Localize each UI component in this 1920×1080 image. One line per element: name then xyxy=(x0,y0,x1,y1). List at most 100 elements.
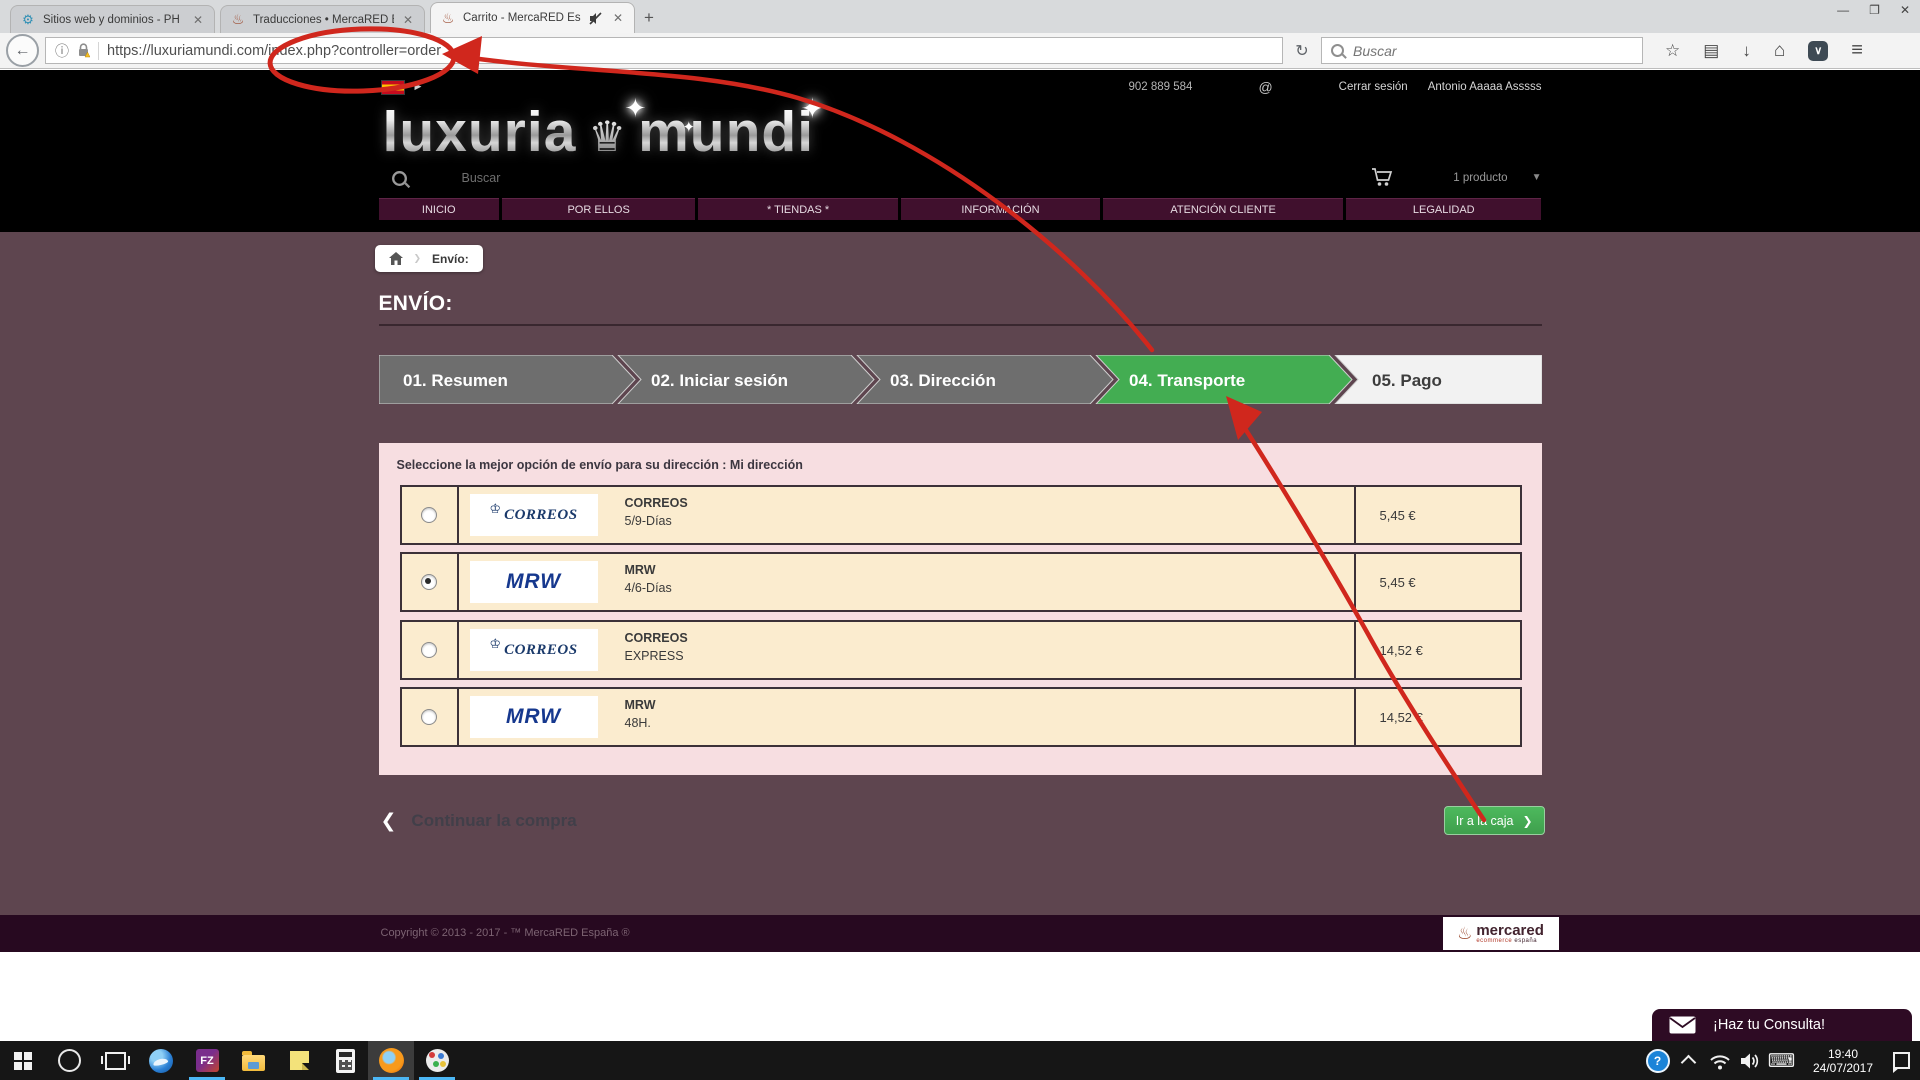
home-icon[interactable] xyxy=(389,252,403,265)
page-info-icon[interactable]: ⓘ xyxy=(55,41,69,61)
user-name-link[interactable]: Antonio Aaaaa Asssss xyxy=(1428,81,1542,93)
pocket-icon[interactable]: ∨ xyxy=(1808,41,1828,61)
wifi-icon[interactable] xyxy=(1704,1051,1735,1071)
show-hidden-icons-chevron[interactable] xyxy=(1673,1053,1704,1068)
chevron-down-icon[interactable]: ▼ xyxy=(1532,172,1542,183)
reload-icon[interactable]: ↻ xyxy=(1289,41,1315,61)
carrier-logo-correos: ♔CORREOS xyxy=(459,487,609,543)
shipping-radio[interactable] xyxy=(402,622,459,678)
svg-text:01. Resumen: 01. Resumen xyxy=(403,371,508,390)
hamburger-menu-icon[interactable]: ≡ xyxy=(1851,39,1863,62)
minimize-button[interactable]: — xyxy=(1837,3,1849,17)
url-text[interactable]: https://luxuriamundi.com/index.php?contr… xyxy=(107,43,441,59)
shipping-price: 5,45 € xyxy=(1354,554,1520,610)
checkout-steps: 01. Resumen 02. Iniciar sesión 03. Direc… xyxy=(379,355,1542,404)
svg-text:03. Dirección: 03. Dirección xyxy=(890,371,996,390)
shipping-option-row[interactable]: MRW MRW 4/6-Días 5,45 € xyxy=(400,552,1522,612)
downloads-icon[interactable]: ↓ xyxy=(1742,41,1751,61)
cart-icon xyxy=(1371,168,1395,187)
nav-item-tiendas[interactable]: * TIENDAS * xyxy=(698,198,897,220)
logo-word-1: luxuria xyxy=(383,104,577,161)
bookmarks-sidebar-icon[interactable]: ▤ xyxy=(1703,41,1719,61)
main-navigation: INICIO POR ELLOS * TIENDAS * INFORMACIÓN… xyxy=(379,198,1542,220)
carrier-name: CORREOS xyxy=(625,631,1354,645)
taskbar-clock[interactable]: 19:40 24/07/2017 xyxy=(1797,1047,1889,1075)
carrier-delay: 5/9-Días xyxy=(625,514,1354,528)
shipping-radio[interactable] xyxy=(402,487,459,543)
touch-keyboard-icon[interactable]: ⌨ xyxy=(1766,1050,1797,1072)
email-at-icon[interactable]: @ xyxy=(1258,79,1272,95)
browser-search-box[interactable] xyxy=(1321,37,1643,64)
restore-button[interactable]: ❐ xyxy=(1869,3,1880,17)
new-tab-button[interactable]: + xyxy=(644,8,654,28)
browser-tab-carrito-active[interactable]: ♨ Carrito - MercaRED Espa ✕ xyxy=(430,2,635,33)
search-icon xyxy=(392,171,407,186)
shipping-option-row[interactable]: ♔CORREOS CORREOS 5/9-Días 5,45 € xyxy=(400,485,1522,545)
browser-toolbar: ← ⓘ https://luxuriamundi.com/index.php?c… xyxy=(0,33,1920,69)
screen: ⚙ Sitios web y dominios - PH ✕ ♨ Traducc… xyxy=(0,0,1920,1080)
filezilla-icon[interactable]: FZ xyxy=(184,1041,230,1080)
action-center-icon[interactable] xyxy=(1889,1052,1920,1069)
breadcrumb-current: Envío: xyxy=(432,252,469,266)
logout-link[interactable]: Cerrar sesión xyxy=(1339,81,1408,93)
shipping-option-row[interactable]: ♔CORREOS CORREOS EXPRESS 14,52 € xyxy=(400,620,1522,680)
lock-warning-icon[interactable] xyxy=(77,43,90,58)
mercared-logo[interactable]: ♨ mercared ecommerce españa xyxy=(1443,917,1559,950)
shipping-radio[interactable] xyxy=(402,689,459,745)
muted-plugin-icon[interactable] xyxy=(588,10,604,26)
cart-area[interactable]: 1 producto ▼ xyxy=(1371,168,1541,187)
browser-tab-bar: ⚙ Sitios web y dominios - PH ✕ ♨ Traducc… xyxy=(0,0,1920,33)
tab-title: Traducciones • MercaRED Es xyxy=(253,14,394,26)
cart-count: 1 producto xyxy=(1453,172,1507,184)
site-logo[interactable]: luxuria ♛ mundi ✦ ✦ ✦ xyxy=(383,104,815,161)
clock-time: 19:40 xyxy=(1797,1047,1889,1061)
site-search[interactable]: Buscar xyxy=(393,171,501,185)
carrier-name: MRW xyxy=(625,698,1354,712)
copyright-text: Copyright © 2013 - 2017 - ™ MercaRED Esp… xyxy=(381,927,630,939)
close-tab-icon[interactable]: ✕ xyxy=(191,13,205,27)
url-bar[interactable]: ⓘ https://luxuriamundi.com/index.php?con… xyxy=(45,37,1283,64)
thunderbird-icon[interactable] xyxy=(138,1041,184,1080)
calculator-icon[interactable] xyxy=(322,1041,368,1080)
back-button[interactable]: ← xyxy=(6,34,39,67)
close-tab-icon[interactable]: ✕ xyxy=(401,13,415,27)
chat-widget[interactable]: ¡Haz tu Consulta! xyxy=(1652,1009,1912,1041)
logo-word-2: mundi xyxy=(638,104,814,161)
nav-item-informacion[interactable]: INFORMACIÓN xyxy=(901,198,1100,220)
shipping-option-row[interactable]: MRW MRW 48H. 14,52 € xyxy=(400,687,1522,747)
breadcrumb: ❯ Envío: xyxy=(375,245,483,272)
cortana-button[interactable] xyxy=(46,1041,92,1080)
bookmark-star-icon[interactable]: ☆ xyxy=(1665,41,1680,61)
nav-item-por-ellos[interactable]: POR ELLOS xyxy=(502,198,695,220)
browser-tab-plesk[interactable]: ⚙ Sitios web y dominios - PH ✕ xyxy=(10,5,215,33)
page-title: ENVÍO: xyxy=(379,292,453,316)
task-view-button[interactable] xyxy=(92,1041,138,1080)
start-button[interactable] xyxy=(0,1041,46,1080)
file-explorer-icon[interactable] xyxy=(230,1041,276,1080)
sticky-notes-icon[interactable] xyxy=(276,1041,322,1080)
volume-icon[interactable] xyxy=(1735,1052,1766,1070)
nav-item-atencion-cliente[interactable]: ATENCIÓN CLIENTE xyxy=(1103,198,1343,220)
firefox-icon[interactable] xyxy=(368,1041,414,1080)
shipping-radio[interactable] xyxy=(402,554,459,610)
title-rule xyxy=(379,324,1542,326)
nav-item-inicio[interactable]: INICIO xyxy=(379,198,499,220)
help-tray-icon[interactable]: ? xyxy=(1642,1049,1673,1073)
home-icon[interactable]: ⌂ xyxy=(1774,40,1785,62)
language-arrow-icon[interactable]: ▶ xyxy=(415,81,422,92)
paint-icon[interactable] xyxy=(414,1041,460,1080)
chevron-right-icon: ❯ xyxy=(1522,814,1532,828)
search-icon xyxy=(1331,44,1344,57)
spain-flag-icon[interactable] xyxy=(381,80,405,95)
continue-shopping-link[interactable]: ❮ Continuar la compra xyxy=(381,810,577,832)
checkout-button[interactable]: Ir a la caja ❯ xyxy=(1444,806,1545,835)
svg-text:02. Iniciar sesión: 02. Iniciar sesión xyxy=(651,371,788,390)
browser-search-input[interactable] xyxy=(1351,42,1633,60)
carrier-logo-mrw: MRW xyxy=(459,554,609,610)
close-window-button[interactable]: ✕ xyxy=(1900,3,1910,17)
taskbar: FZ ? ⌨ 19:40 24/07/2017 xyxy=(0,1041,1920,1080)
breadcrumb-separator-icon: ❯ xyxy=(414,254,422,264)
browser-tab-traducciones[interactable]: ♨ Traducciones • MercaRED Es ✕ xyxy=(220,5,425,33)
close-tab-icon[interactable]: ✕ xyxy=(611,11,625,25)
nav-item-legalidad[interactable]: LEGALIDAD xyxy=(1346,198,1541,220)
